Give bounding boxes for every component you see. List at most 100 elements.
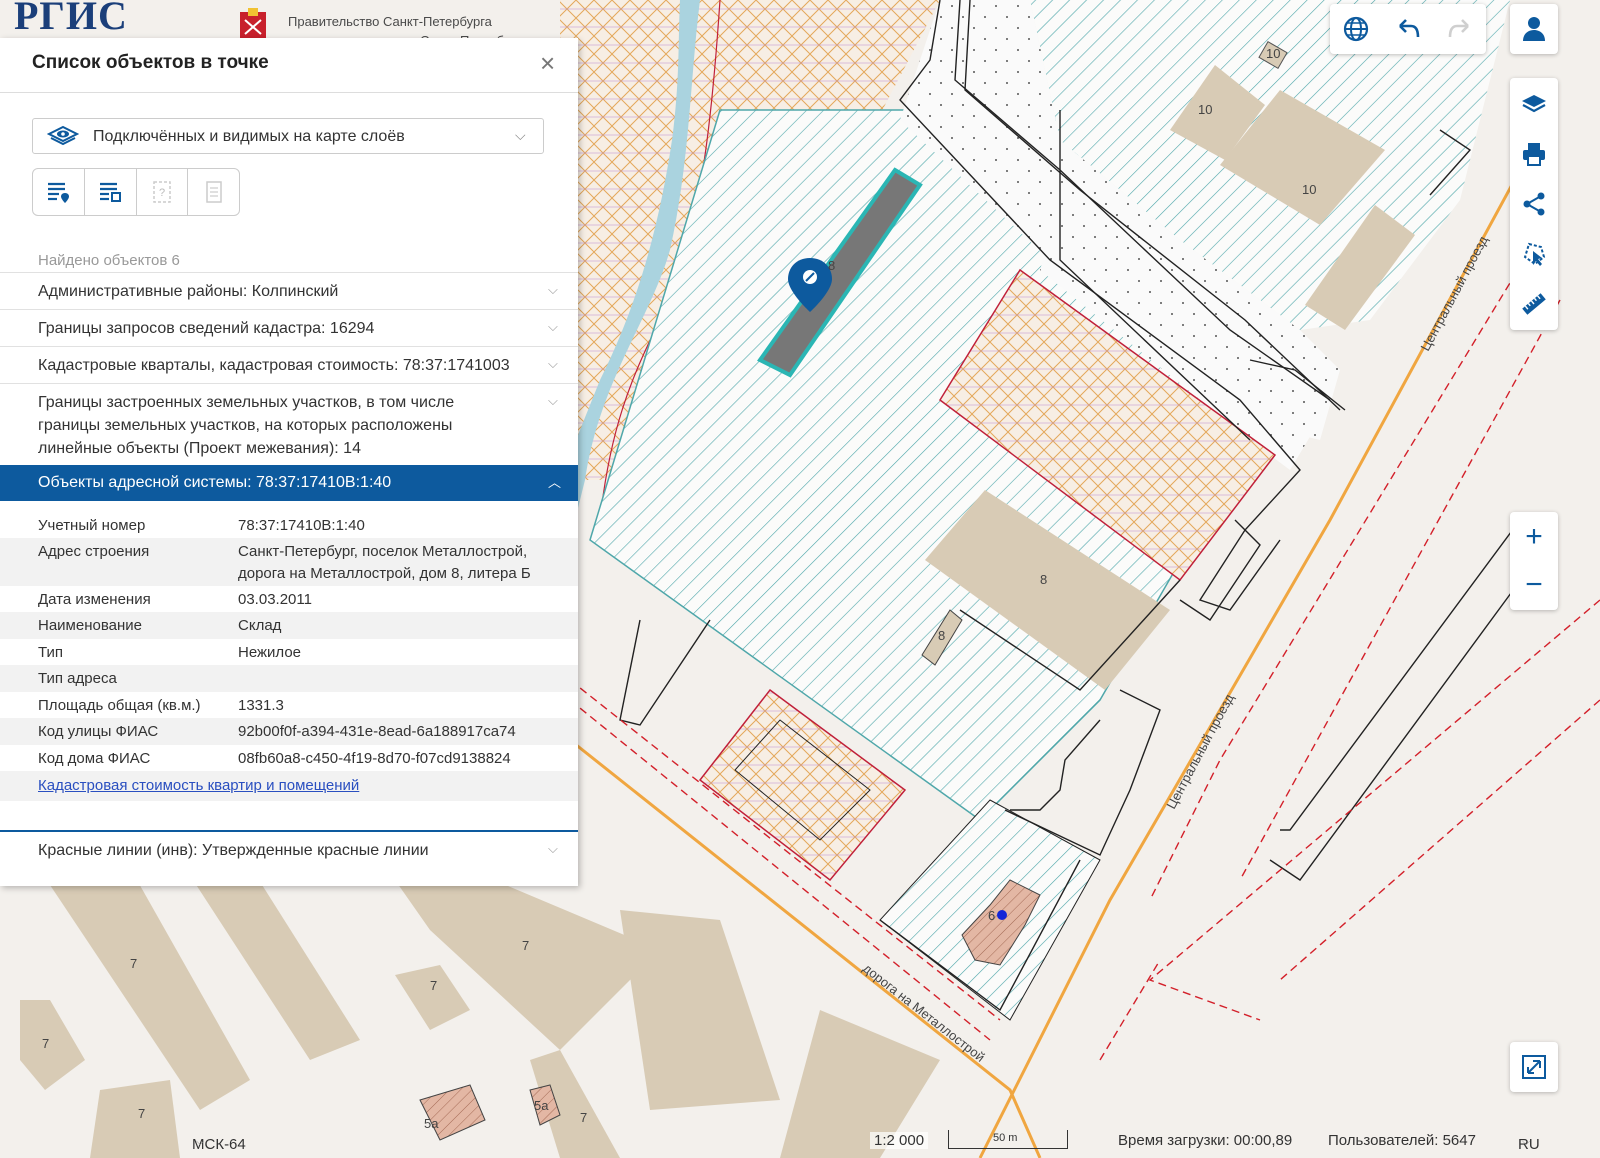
map-label-10: 10 xyxy=(1302,182,1316,197)
attribute-key: Код дома ФИАС xyxy=(38,750,151,767)
globe-icon xyxy=(1343,16,1369,42)
attribute-row: Дата изменения 03.03.2011 xyxy=(0,586,578,612)
attribute-key: Тип xyxy=(38,644,64,661)
ruler-icon xyxy=(1522,293,1546,315)
app-logo: РГИС xyxy=(14,0,128,38)
attribute-row: Адрес строения Санкт-Петербург, поселок … xyxy=(0,538,578,586)
help-button[interactable]: ? xyxy=(137,169,189,215)
zoom-in-icon: + xyxy=(1525,520,1543,553)
cadastral-cost-link[interactable]: Кадастровая стоимость квартир и помещени… xyxy=(38,777,359,794)
document-button[interactable] xyxy=(188,169,239,215)
share-button[interactable] xyxy=(1510,180,1558,228)
chevron-down-icon: ⌵ xyxy=(196,1136,205,1148)
map-label-5a: 5а xyxy=(534,1098,549,1113)
attribute-value: 1331.3 xyxy=(238,697,284,714)
globe-button[interactable] xyxy=(1332,5,1380,53)
chevron-down-icon: ⌵ xyxy=(548,319,558,334)
panel-tools: ? xyxy=(32,168,240,216)
layer-row-label: Административные районы: Колпинский xyxy=(38,283,339,300)
layer-row-label-line: линейные объекты (Проект межевания): 14 xyxy=(38,440,361,457)
attribute-value: Склад xyxy=(238,617,282,634)
attribute-value: 78:37:17410В:1:40 xyxy=(238,517,365,534)
list-area-icon xyxy=(100,182,122,202)
layer-row[interactable]: Границы запросов сведений кадастра: 1629… xyxy=(0,309,578,346)
attribute-key: Тип адреса xyxy=(38,670,117,687)
undo-icon xyxy=(1399,19,1420,38)
layer-row-label: Границы запросов сведений кадастра: 1629… xyxy=(38,320,375,337)
load-time: Время загрузки: 00:00,89 xyxy=(1118,1132,1293,1149)
attribute-row: Тип адреса xyxy=(0,665,578,692)
attribute-row: Площадь общая (кв.м.) 1331.3 xyxy=(0,692,578,718)
layer-filter-select[interactable]: Подключённых и видимых на карте слоёв ⌵ xyxy=(32,118,544,154)
zoom-out-button[interactable]: − xyxy=(1510,561,1558,609)
redo-button[interactable] xyxy=(1436,5,1484,53)
layer-row[interactable]: Кадастровые кварталы, кадастровая стоимо… xyxy=(0,346,578,383)
zoom-control: + − xyxy=(1510,512,1558,610)
info-help-icon: ? xyxy=(153,181,171,203)
layers-eye-icon xyxy=(47,125,79,146)
list-point-icon xyxy=(48,182,70,203)
chevron-down-icon: ⌵ xyxy=(548,356,558,371)
attribute-key: Учетный номер xyxy=(38,517,146,534)
scale-bar: 50 m xyxy=(948,1130,1068,1149)
layer-row-label: Красные линии (инв): Утвержденные красны… xyxy=(38,842,429,859)
objects-at-point-panel: Список объектов в точке × Подключённых и… xyxy=(0,38,578,886)
undo-button[interactable] xyxy=(1384,5,1432,53)
layer-row[interactable]: Административные районы: Колпинский ⌵ xyxy=(0,272,578,309)
attribute-key: Адрес строения xyxy=(38,543,150,560)
ruler-button[interactable] xyxy=(1510,280,1558,328)
layer-row-active[interactable]: Объекты адресной системы: 78:37:17410В:1… xyxy=(0,465,578,501)
expand-icon xyxy=(1522,1055,1546,1079)
attribute-row: Код улицы ФИАС 92b00f0f-a394-431e-8ead-6… xyxy=(0,718,578,745)
attribute-value-line: дорога на Металлострой, дом 8, литера Б xyxy=(238,565,531,582)
attribute-key: Дата изменения xyxy=(38,591,151,608)
layers-button[interactable] xyxy=(1510,80,1558,128)
users-count: Пользователей: 5647 xyxy=(1328,1132,1476,1149)
layer-row[interactable]: Границы застроенных земельных участков, … xyxy=(0,383,578,465)
attribute-row: Тип Нежилое xyxy=(0,639,578,665)
list-point-button[interactable] xyxy=(33,169,85,215)
attribute-value: 03.03.2011 xyxy=(238,591,312,608)
chevron-down-icon: ⌵ xyxy=(548,841,558,856)
share-icon xyxy=(1523,192,1545,216)
map-label-7: 7 xyxy=(138,1106,145,1121)
attribute-value: Нежилое xyxy=(238,644,302,661)
layer-row-label: Кадастровые кварталы, кадастровая стоимо… xyxy=(38,357,510,374)
found-count: Найдено объектов 6 xyxy=(38,252,180,269)
fullscreen-button[interactable] xyxy=(1510,1042,1558,1092)
attribute-row: Наименование Склад xyxy=(0,612,578,639)
close-icon[interactable]: × xyxy=(540,50,555,76)
print-button[interactable] xyxy=(1510,130,1558,178)
redo-icon xyxy=(1448,19,1469,38)
attribute-key: Наименование xyxy=(38,617,142,634)
attribute-row: Код дома ФИАС 08fb60a8-c450-4f19-8d70-f0… xyxy=(0,745,578,771)
chevron-down-icon: ⌵ xyxy=(548,282,558,297)
point-marker xyxy=(997,910,1007,920)
panel-title: Список объектов в точке xyxy=(32,52,269,73)
map-label-7: 7 xyxy=(42,1036,49,1051)
zoom-in-button[interactable]: + xyxy=(1510,513,1558,561)
divider xyxy=(0,92,578,93)
map-label-7: 7 xyxy=(522,938,529,953)
layers-icon xyxy=(1522,95,1546,113)
scale-value: 1:2 000 xyxy=(870,1132,929,1149)
map-label-7: 7 xyxy=(580,1110,587,1125)
attribute-key: Код улицы ФИАС xyxy=(38,723,159,740)
user-icon xyxy=(1523,17,1545,41)
map-label-8: 8 xyxy=(1040,572,1047,587)
layer-row[interactable]: Красные линии (инв): Утвержденные красны… xyxy=(0,832,578,869)
chevron-up-icon: ︿ xyxy=(548,475,562,490)
layer-row-label: Объекты адресной системы: 78:37:17410В:1… xyxy=(38,474,392,491)
scale-bar-label: 50 m xyxy=(993,1132,1018,1144)
zoom-out-icon: − xyxy=(1525,568,1543,601)
select-area-button[interactable] xyxy=(1510,230,1558,278)
list-area-button[interactable] xyxy=(85,169,137,215)
map-tools-toolbar xyxy=(1510,78,1558,330)
attribute-row: Учетный номер 78:37:17410В:1:40 xyxy=(0,512,578,538)
map-label-7: 7 xyxy=(430,978,437,993)
layer-filter-value: Подключённых и видимых на карте слоёв xyxy=(93,128,405,145)
user-button[interactable] xyxy=(1510,4,1558,54)
chevron-down-icon: ⌵ xyxy=(515,127,526,143)
attribute-value-line: Санкт-Петербург, поселок Металлострой, xyxy=(238,543,528,560)
map-label-10: 10 xyxy=(1266,46,1280,61)
